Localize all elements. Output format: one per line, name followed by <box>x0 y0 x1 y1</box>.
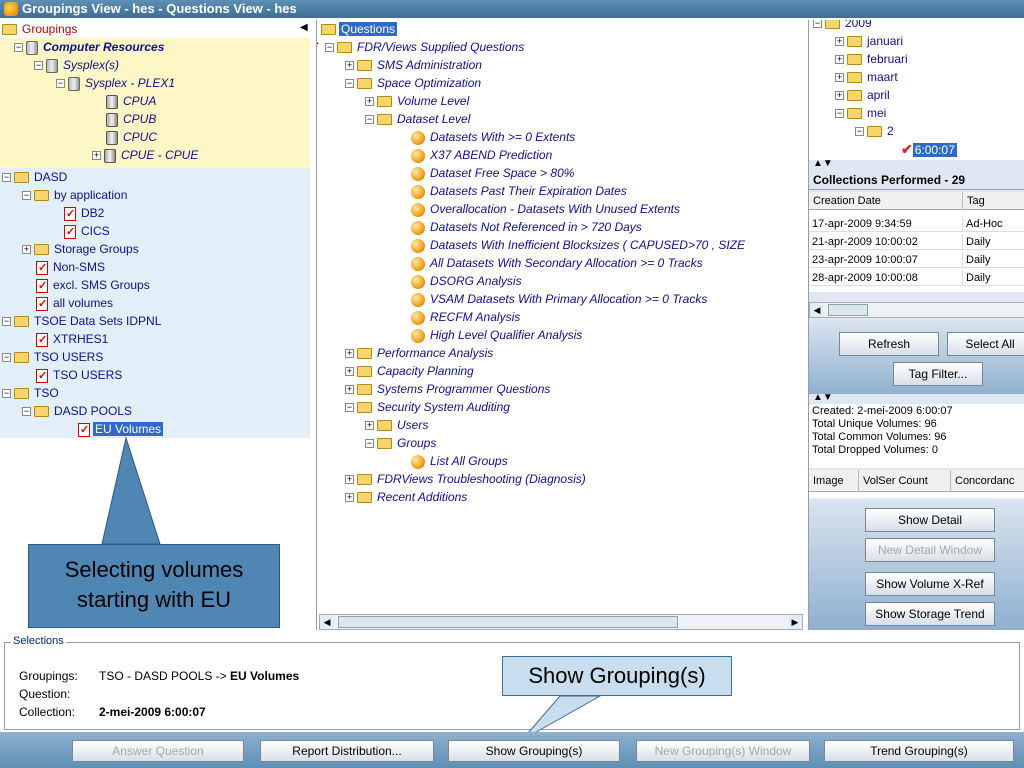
callout-show-groupings: Show Grouping(s) <box>502 656 732 696</box>
report-distribution-button[interactable]: Report Distribution... <box>260 740 434 762</box>
bottom-button-bar: Answer Question Report Distribution... S… <box>0 732 1024 768</box>
show-groupings-button[interactable]: Show Grouping(s) <box>448 740 620 762</box>
answer-question-button[interactable]: Answer Question <box>72 740 244 762</box>
new-groupings-window-button[interactable]: New Grouping(s) Window <box>636 740 810 762</box>
trend-groupings-button[interactable]: Trend Grouping(s) <box>824 740 1014 762</box>
callout2-pointer <box>521 695 602 741</box>
